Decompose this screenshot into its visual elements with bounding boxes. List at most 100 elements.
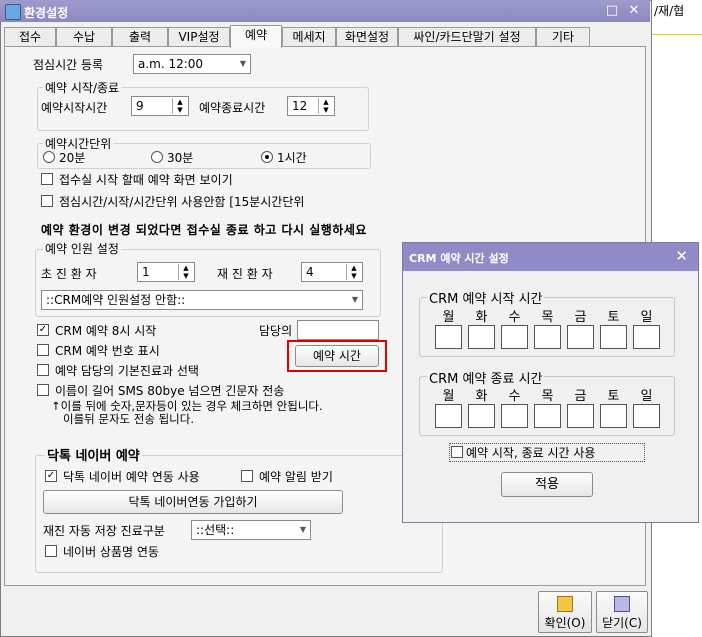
close-icon[interactable]: ✕ <box>626 3 642 19</box>
apply-button[interactable]: 적용 <box>501 472 593 497</box>
start-time-value: 9 <box>136 99 144 113</box>
dialog-title: CRM 예약 시간 설정 <box>409 252 509 265</box>
start-sat-input[interactable] <box>600 325 627 349</box>
start-sun-input[interactable] <box>633 325 660 349</box>
spinner-arrows-icon[interactable]: ▲ ▼ <box>318 98 333 114</box>
start-time-label: 예약시작시간 <box>41 101 108 115</box>
crm-time-dialog: CRM 예약 시간 설정 ✕ CRM 예약 시작 시간 월 화 수 목 금 토 … <box>402 242 699 523</box>
naver-notify-label: 예약 알림 받기 <box>259 470 333 484</box>
return-visit-spinner[interactable]: 4 ▲ ▼ <box>301 262 363 282</box>
maximize-icon[interactable]: □ <box>604 3 620 19</box>
close-label: 닫기(C) <box>602 616 642 630</box>
unit-60-radio[interactable] <box>261 151 273 163</box>
end-time-spinner[interactable]: 12 ▲ ▼ <box>287 96 335 116</box>
naver-product-checkbox[interactable] <box>45 545 57 557</box>
end-sun-input[interactable] <box>633 404 660 428</box>
tab-message[interactable]: 메세지 <box>282 27 336 47</box>
end-fri-input[interactable] <box>567 404 594 428</box>
first-visit-spinner[interactable]: 1 ▲ ▼ <box>137 262 195 282</box>
spinner-arrows-icon[interactable]: ▲ ▼ <box>346 264 361 280</box>
day-label-wed: 수 <box>508 310 521 325</box>
naver-category-value: ::선택:: <box>196 523 235 537</box>
start-fri-input[interactable] <box>567 325 594 349</box>
spinner-arrows-icon[interactable]: ▲ ▼ <box>178 264 193 280</box>
start-wed-input[interactable] <box>501 325 528 349</box>
app-icon <box>5 4 21 20</box>
tab-sign-card[interactable]: 싸인/카드단말기 설정 <box>398 27 536 47</box>
headcount-group-label: 예약 인원 설정 <box>43 240 121 257</box>
naver-notify-checkbox[interactable] <box>241 470 253 482</box>
tab-print[interactable]: 출력 <box>112 27 168 47</box>
default-fee-checkbox[interactable] <box>37 364 49 376</box>
sms-long-checkbox[interactable] <box>37 384 49 396</box>
day-label-fri: 금 <box>574 389 587 404</box>
lunch-time-combo[interactable]: a.m. 12:00 ▼ <box>133 54 251 74</box>
return-visit-label: 재 진 환 자 <box>217 267 273 281</box>
end-tue-input[interactable] <box>468 404 495 428</box>
use-time-label: 예약 시작, 종료 시간 사용 <box>466 446 596 460</box>
tab-reception[interactable]: 접수 <box>4 27 56 47</box>
crm-number-checkbox[interactable] <box>37 344 49 356</box>
start-mon-input[interactable] <box>435 325 462 349</box>
day-label-thu: 목 <box>541 389 554 404</box>
naver-category-combo[interactable]: ::선택:: ▼ <box>191 520 311 540</box>
start-tue-input[interactable] <box>468 325 495 349</box>
naver-category-label: 재진 자동 저장 진료구분 <box>43 524 165 538</box>
use-time-checkbox[interactable] <box>451 446 463 458</box>
start-thu-input[interactable] <box>534 325 561 349</box>
dialog-close-icon[interactable]: ✕ <box>675 247 688 265</box>
sms-long-label: 이름이 길어 SMS 80bye 넘으면 긴문자 전송 <box>55 384 285 398</box>
naver-product-label: 네이버 상품명 연동 <box>63 545 159 559</box>
crm-start8-label: CRM 예약 8시 시작 <box>55 324 157 338</box>
chevron-down-icon: ▼ <box>239 59 246 68</box>
window-titlebar[interactable]: 환경설정 □ ✕ <box>0 0 650 22</box>
naver-group-title: 닥톡 네이버 예약 <box>45 445 142 464</box>
day-label-sun: 일 <box>640 389 653 404</box>
unit-20-radio[interactable] <box>43 151 55 163</box>
tab-vip[interactable]: VIP설정 <box>168 27 230 47</box>
background-text: /재/협 <box>654 4 685 18</box>
lunch-time-value: a.m. 12:00 <box>138 57 204 71</box>
tab-payment[interactable]: 수납 <box>56 27 112 47</box>
start-time-spinner[interactable]: 9 ▲ ▼ <box>131 96 189 116</box>
unit-30-radio[interactable] <box>151 151 163 163</box>
end-mon-input[interactable] <box>435 404 462 428</box>
dialog-titlebar[interactable]: CRM 예약 시간 설정 ✕ <box>403 243 698 271</box>
end-wed-input[interactable] <box>501 404 528 428</box>
reservation-time-group-label: 예약 시작/종료 <box>43 79 122 96</box>
return-visit-value: 4 <box>306 265 314 279</box>
tab-reservation[interactable]: 예약 <box>230 25 282 48</box>
crm-start-label: CRM 예약 시작 시간 <box>427 288 545 307</box>
tab-display[interactable]: 화면설정 <box>336 27 398 47</box>
crm-start8-checkbox[interactable]: ✓ <box>37 324 49 336</box>
naver-join-button[interactable]: 닥톡 네이버연동 가입하기 <box>43 490 343 514</box>
day-label-fri: 금 <box>574 310 587 325</box>
crm-headcount-combo[interactable]: ::CRM예약 인원설정 안함:: ▼ <box>41 290 363 310</box>
end-thu-input[interactable] <box>534 404 561 428</box>
day-label-thu: 목 <box>541 310 554 325</box>
day-label-tue: 화 <box>475 389 488 404</box>
lunch-label: 점심시간 등록 <box>33 58 104 72</box>
day-label-sat: 토 <box>607 389 620 404</box>
ok-button[interactable]: 확인(O) <box>538 591 592 633</box>
tab-etc[interactable]: 기타 <box>536 27 590 47</box>
doctor-input[interactable] <box>297 320 379 340</box>
close-button[interactable]: 닫기(C) <box>596 591 648 633</box>
end-sat-input[interactable] <box>600 404 627 428</box>
show-on-reception-label: 접수실 시작 할때 예약 화면 보이기 <box>59 173 233 187</box>
divider <box>652 34 702 35</box>
spinner-arrows-icon[interactable]: ▲ ▼ <box>172 98 187 114</box>
naver-link-label: 닥톡 네이버 예약 연동 사용 <box>63 470 200 484</box>
sms-note-2: 이를뒤 문자도 전송 됩니다. <box>63 412 195 426</box>
lunch-unit-label: 점심시간/시작/시간단위 사용안함 [15분시간단위 <box>59 195 305 209</box>
window-title: 환경설정 <box>24 6 69 20</box>
first-visit-label: 초 진 환 자 <box>41 267 97 281</box>
crm-number-label: CRM 예약 번호 표시 <box>55 344 160 358</box>
naver-link-checkbox[interactable]: ✓ <box>45 470 57 482</box>
lunch-unit-checkbox[interactable] <box>41 195 53 207</box>
day-label-sun: 일 <box>640 310 653 325</box>
reserve-time-button[interactable]: 예약 시간 <box>295 345 379 367</box>
show-on-reception-checkbox[interactable] <box>41 173 53 185</box>
day-label-tue: 화 <box>475 310 488 325</box>
restart-notice: 예약 환경이 변경 되었다면 접수실 종료 하고 다시 실행하세요 <box>41 223 367 237</box>
